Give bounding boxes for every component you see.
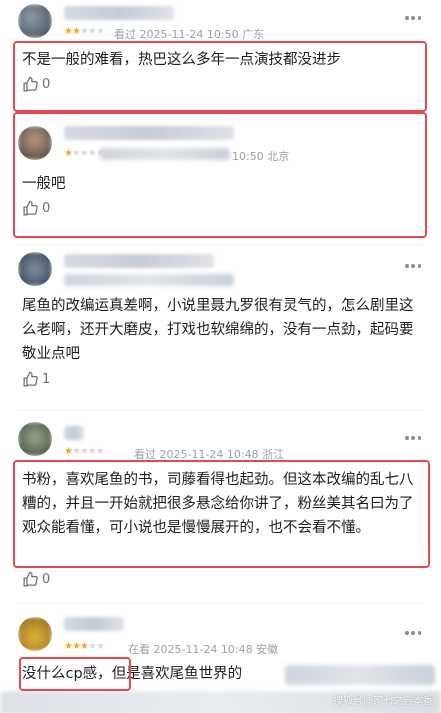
divider — [18, 244, 423, 245]
avatar[interactable] — [18, 126, 52, 160]
thumbs-up-icon — [23, 200, 38, 216]
more-dots-icon[interactable] — [405, 16, 421, 20]
divider — [18, 603, 423, 604]
rating-stars: ★★★★★ — [64, 148, 105, 159]
more-dots-icon[interactable] — [405, 436, 421, 440]
comment-text: 书粉，喜欢尾鱼的书，司藤看得也起劲。但这本改编的乱七八糟的，并且一开始就把很多悬… — [22, 472, 414, 536]
username[interactable] — [64, 426, 84, 440]
comment-text: 不是一般的难看，热巴这么多年一点演技都没进步 — [22, 52, 341, 68]
comment-text: 一般吧 — [22, 176, 66, 192]
thumbs-up-icon — [23, 76, 38, 92]
blurred-meta — [64, 274, 234, 286]
comment-2: ★★★★★ 10:50 北京 一般吧 0 — [0, 112, 441, 247]
like-count: 1 — [42, 372, 51, 387]
like-count: 0 — [42, 77, 51, 92]
rating-stars: ★★★★★ — [64, 26, 105, 37]
thumbs-up-icon — [23, 371, 38, 387]
blurred-meta — [100, 148, 230, 160]
comment-4: ★★★★★ 看过 2025-11-24 10:48 浙江 书粉，喜欢尾鱼的书，司… — [0, 412, 441, 602]
comment-meta: 看过 2025-11-24 10:50 广东 — [114, 28, 265, 41]
like-button[interactable]: 1 — [22, 371, 50, 388]
like-button[interactable]: 0 — [22, 76, 50, 93]
more-dots-icon[interactable] — [405, 264, 421, 268]
like-count: 0 — [42, 572, 51, 587]
username[interactable] — [64, 6, 174, 20]
comment-text-part-2: 但是喜欢尾鱼世界的 — [111, 666, 243, 682]
thumbs-up-icon — [23, 571, 38, 587]
comment-meta: 10:50 北京 — [232, 150, 290, 163]
avatar[interactable] — [18, 252, 52, 286]
comment-3: 尾鱼的改编运真差啊，小说里聂九罗很有灵气的，怎么剧里这么老啊，还开大磨皮，打戏也… — [0, 246, 441, 410]
like-count: 0 — [42, 201, 51, 216]
rating-stars: ★★★★★ — [64, 446, 105, 457]
username[interactable] — [64, 617, 124, 631]
divider — [18, 410, 423, 411]
like-button[interactable]: 0 — [22, 571, 50, 588]
avatar[interactable] — [18, 617, 52, 651]
like-button[interactable]: 0 — [22, 200, 50, 217]
avatar[interactable] — [18, 4, 52, 38]
rating-stars: ★★★★★ — [64, 641, 105, 652]
comment-text: 尾鱼的改编运真差啊，小说里聂九罗很有灵气的，怎么剧里这么老啊，还开大磨皮，打戏也… — [22, 298, 414, 362]
comment-1: ★★★★★ 看过 2025-11-24 10:50 广东 不是一般的难看，热巴这… — [0, 0, 441, 112]
avatar[interactable] — [18, 422, 52, 456]
watermark: 搜狐号@家七之吉本番 — [333, 696, 433, 707]
username[interactable] — [64, 126, 234, 140]
comment-meta: 在看 2025-11-24 10:48 安徽 — [128, 643, 279, 656]
comment-text-part-1: 没什么cp感， — [22, 666, 112, 682]
blurred-text — [285, 665, 435, 685]
username[interactable] — [64, 254, 214, 268]
more-dots-icon[interactable] — [405, 631, 421, 635]
comment-meta: 看过 2025-11-24 10:48 浙江 — [134, 448, 285, 461]
